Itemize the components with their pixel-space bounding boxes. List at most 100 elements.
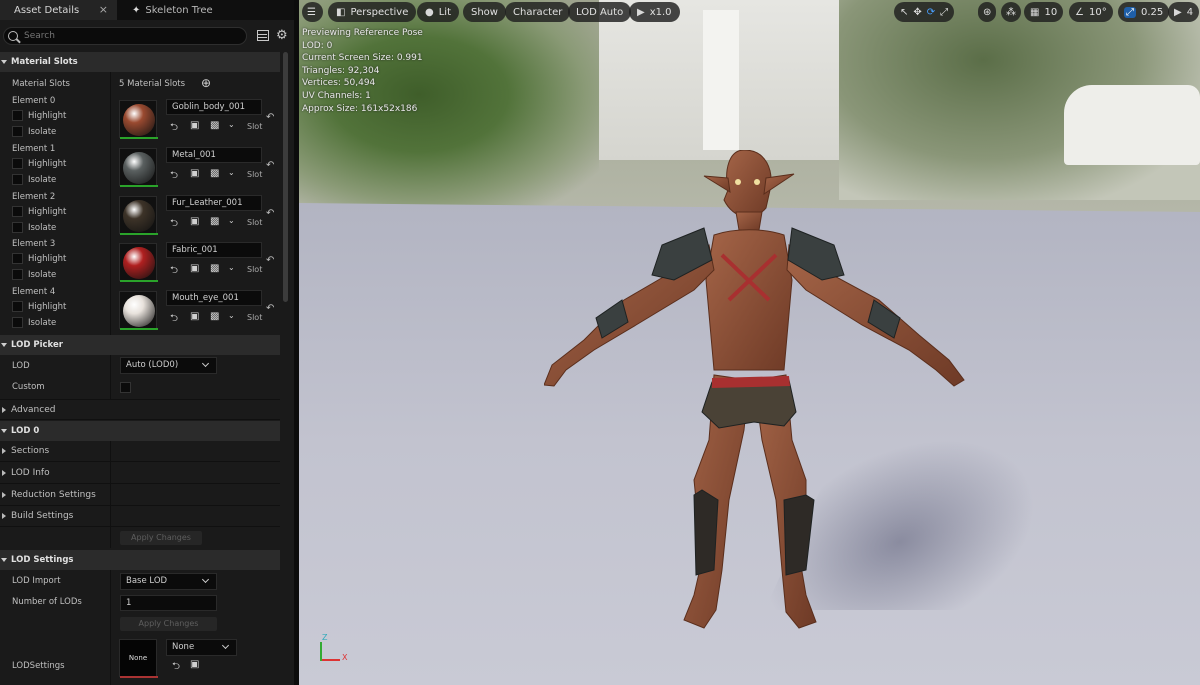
highlight-checkbox[interactable] bbox=[12, 110, 23, 121]
viewport-stats: Previewing Reference Pose LOD: 0 Current… bbox=[302, 27, 423, 115]
checker-icon[interactable]: ▩ bbox=[210, 168, 219, 179]
surface-snap-button[interactable]: ⁂ bbox=[1001, 2, 1021, 22]
checker-icon[interactable]: ▩ bbox=[210, 311, 219, 322]
use-selected-icon[interactable]: ⮌ bbox=[170, 216, 178, 233]
advanced-row[interactable]: Advanced bbox=[0, 399, 280, 420]
move-icon[interactable]: ✥ bbox=[913, 7, 921, 18]
isolate-checkbox[interactable] bbox=[12, 126, 23, 137]
material-thumbnail[interactable] bbox=[119, 147, 158, 187]
perspective-button[interactable]: ◧ Perspective bbox=[328, 2, 417, 22]
highlight-checkbox[interactable] bbox=[12, 253, 23, 265]
reset-icon[interactable]: ↶ bbox=[266, 255, 274, 266]
lod-dropdown[interactable]: Auto (LOD0) bbox=[120, 357, 217, 374]
sections-row[interactable]: Sections bbox=[0, 441, 280, 462]
character-button[interactable]: Character bbox=[505, 2, 571, 22]
search-input[interactable] bbox=[3, 27, 247, 45]
section-header-lod-picker[interactable]: LOD Picker bbox=[0, 335, 280, 355]
browse-icon[interactable]: ▣ bbox=[190, 311, 199, 322]
chevron-down-icon[interactable]: ⌄ bbox=[228, 311, 235, 320]
reset-icon[interactable]: ↶ bbox=[266, 112, 274, 123]
material-name-field[interactable]: Metal_001 bbox=[166, 146, 262, 163]
browse-icon[interactable]: ▣ bbox=[190, 263, 199, 274]
tab-skeleton-tree[interactable]: ✦ Skeleton Tree bbox=[118, 0, 294, 20]
angle-snap-button[interactable]: ∠ 10° bbox=[1069, 2, 1113, 22]
material-name-field[interactable]: Mouth_eye_001 bbox=[166, 290, 262, 307]
lod-settings-dropdown[interactable]: None bbox=[166, 639, 237, 656]
build-settings-row[interactable]: Build Settings bbox=[0, 506, 280, 527]
gear-icon[interactable]: ⚙ bbox=[276, 28, 288, 43]
reduction-settings-row[interactable]: Reduction Settings bbox=[0, 485, 280, 506]
stats-lod: LOD: 0 bbox=[302, 40, 333, 51]
material-thumbnail[interactable] bbox=[119, 195, 158, 235]
section-header-lod0[interactable]: LOD 0 bbox=[0, 421, 280, 441]
material-name-field[interactable]: Goblin_body_001 bbox=[166, 99, 262, 115]
reset-icon[interactable]: ↶ bbox=[266, 208, 274, 219]
reset-icon[interactable]: ↶ bbox=[266, 160, 274, 171]
highlight-label: Highlight bbox=[28, 111, 67, 121]
lod-settings-thumbnail[interactable]: None bbox=[119, 639, 158, 678]
grid-snap-button[interactable]: ▦ 10 bbox=[1024, 2, 1064, 22]
viewport-menu-button[interactable]: ☰ bbox=[302, 2, 323, 22]
use-selected-icon[interactable]: ⮌ bbox=[170, 168, 178, 185]
rotate-icon[interactable]: ⟳ bbox=[927, 7, 935, 18]
use-selected-icon[interactable]: ⮌ bbox=[170, 263, 178, 280]
scrollbar-thumb[interactable] bbox=[283, 52, 288, 302]
material-thumbnail[interactable] bbox=[119, 100, 158, 139]
table-view-icon[interactable] bbox=[257, 30, 269, 41]
section-header-material-slots[interactable]: Material Slots bbox=[0, 52, 280, 72]
reset-icon[interactable]: ↶ bbox=[266, 303, 274, 314]
goblin-character[interactable] bbox=[544, 150, 984, 650]
world-local-button[interactable]: ⊛ bbox=[978, 2, 997, 22]
chevron-down-icon[interactable]: ⌄ bbox=[228, 120, 235, 129]
apply-changes-button[interactable]: Apply Changes bbox=[120, 617, 217, 631]
material-thumbnail[interactable] bbox=[119, 291, 158, 331]
camera-speed-button[interactable]: ▶ 4 bbox=[1168, 2, 1200, 22]
slot-label: Slot bbox=[247, 122, 263, 131]
chevron-down-icon[interactable]: ⌄ bbox=[228, 263, 235, 272]
custom-label: Custom bbox=[12, 382, 45, 392]
isolate-checkbox[interactable] bbox=[12, 269, 23, 281]
tab-asset-details[interactable]: Asset Details × bbox=[0, 0, 117, 20]
close-icon[interactable]: × bbox=[99, 3, 108, 16]
browse-icon[interactable]: ▣ bbox=[190, 168, 199, 179]
checker-icon[interactable]: ▩ bbox=[210, 120, 219, 131]
highlight-checkbox[interactable] bbox=[12, 205, 23, 217]
lit-button[interactable]: ● Lit bbox=[417, 2, 460, 22]
show-button[interactable]: Show bbox=[463, 2, 506, 22]
add-slot-icon[interactable]: ⊕ bbox=[201, 76, 211, 90]
axis-x-line bbox=[322, 659, 340, 661]
lod-auto-button[interactable]: LOD Auto bbox=[568, 2, 632, 22]
material-thumbnail[interactable] bbox=[119, 243, 158, 283]
search-icon bbox=[8, 31, 18, 41]
material-name-field[interactable]: Fur_Leather_001 bbox=[166, 194, 262, 211]
number-of-lods-field[interactable]: 1 bbox=[120, 595, 217, 611]
highlight-checkbox[interactable] bbox=[12, 157, 23, 169]
play-speed-button[interactable]: ▶ x1.0 bbox=[629, 2, 680, 22]
scale-icon[interactable]: ⤢ bbox=[940, 7, 948, 18]
custom-checkbox[interactable] bbox=[120, 382, 131, 393]
checker-icon[interactable]: ▩ bbox=[210, 216, 219, 227]
checker-icon[interactable]: ▩ bbox=[210, 263, 219, 274]
material-name-field[interactable]: Fabric_001 bbox=[166, 242, 262, 259]
apply-changes-button[interactable]: Apply Changes bbox=[120, 531, 202, 545]
use-selected-icon[interactable]: ⮌ bbox=[170, 311, 178, 328]
browse-icon[interactable]: ▣ bbox=[190, 120, 199, 131]
scale-snap-button[interactable]: ⤢ 0.25 bbox=[1118, 2, 1170, 22]
lod-import-dropdown[interactable]: Base LOD bbox=[120, 573, 217, 590]
scrollbar[interactable] bbox=[282, 52, 290, 685]
isolate-checkbox[interactable] bbox=[12, 317, 23, 329]
highlight-checkbox[interactable] bbox=[12, 301, 23, 313]
browse-icon[interactable]: ▣ bbox=[190, 659, 199, 670]
browse-icon[interactable]: ▣ bbox=[190, 216, 199, 227]
select-icon[interactable]: ↖ bbox=[900, 7, 908, 18]
use-selected-icon[interactable]: ⮌ bbox=[170, 120, 178, 137]
chevron-down-icon[interactable]: ⌄ bbox=[228, 216, 235, 225]
section-header-lod-settings[interactable]: LOD Settings bbox=[0, 550, 280, 570]
use-selected-icon[interactable]: ⮌ bbox=[172, 659, 180, 676]
isolate-checkbox[interactable] bbox=[12, 221, 23, 233]
chevron-down-icon[interactable]: ⌄ bbox=[228, 168, 235, 177]
viewport[interactable]: ☰ ◧ Perspective ● Lit Show Character LOD A… bbox=[299, 0, 1200, 685]
isolate-checkbox[interactable] bbox=[12, 173, 23, 185]
transform-tools[interactable]: ↖ ✥ ⟳ ⤢ bbox=[894, 2, 955, 22]
lod-info-row[interactable]: LOD Info bbox=[0, 463, 280, 484]
